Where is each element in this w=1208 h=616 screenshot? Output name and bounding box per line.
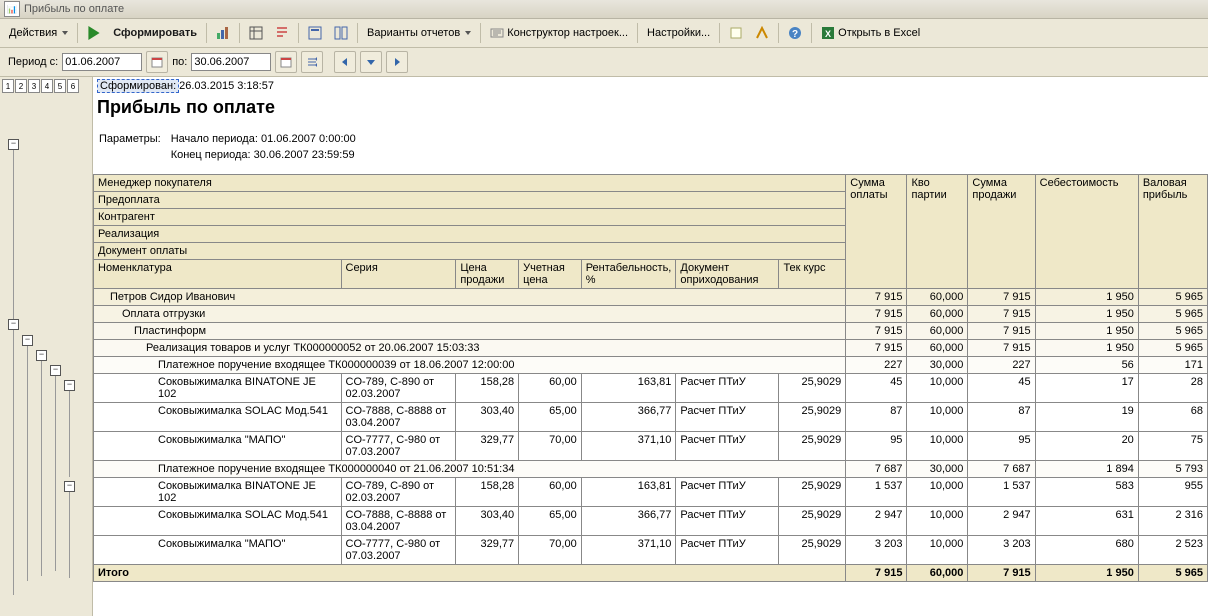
outline-level-5[interactable]: 5	[54, 79, 66, 93]
svg-text:X: X	[825, 29, 831, 39]
window-title-text: Прибыль по оплате	[24, 3, 124, 15]
tool-icon-4[interactable]	[329, 21, 353, 45]
period-next-icon[interactable]	[386, 51, 408, 73]
collapse-handle[interactable]: −	[22, 335, 33, 346]
collapse-handle[interactable]: −	[64, 380, 75, 391]
group-row[interactable]: Петров Сидор Иванович7 91560,0007 9151 9…	[94, 289, 1208, 306]
svg-text:?: ?	[792, 29, 798, 40]
period-prev-icon[interactable]	[334, 51, 356, 73]
outline-level-4[interactable]: 4	[41, 79, 53, 93]
detail-row[interactable]: Соковыжималка SOLAC Мод.541CO-7888, C-88…	[94, 403, 1208, 432]
report-table: Менеджер покупателя Сумма оплаты Кво пар…	[93, 174, 1208, 582]
tool-icon-1[interactable]	[244, 21, 268, 45]
outline-level-6[interactable]: 6	[67, 79, 79, 93]
col-cost: Себестоимость	[1035, 175, 1138, 289]
total-row: Итого7 91560,0007 9151 9505 965	[94, 565, 1208, 582]
calendar-to-icon[interactable]	[275, 51, 297, 73]
dropdown-arrow-icon	[62, 31, 68, 35]
col-profitability: Рентабельность, %	[581, 260, 676, 289]
collapse-handle[interactable]: −	[8, 319, 19, 330]
play-icon[interactable]	[82, 21, 106, 45]
outline-level-3[interactable]: 3	[28, 79, 40, 93]
col-series: Серия	[341, 260, 456, 289]
col-group-prepay: Предоплата	[94, 192, 846, 209]
group-row[interactable]: Оплата отгрузки7 91560,0007 9151 9505 96…	[94, 306, 1208, 323]
outline-level-1[interactable]: 1	[2, 79, 14, 93]
col-sum-sale: Сумма продажи	[968, 175, 1035, 289]
col-sum-pay: Сумма оплаты	[846, 175, 907, 289]
col-qty: Кво партии	[907, 175, 968, 289]
period-down-icon[interactable]	[360, 51, 382, 73]
tool-icon-5[interactable]	[724, 21, 748, 45]
detail-row[interactable]: Соковыжималка SOLAC Мод.541CO-7888, C-88…	[94, 507, 1208, 536]
col-group-paydoc: Документ оплаты	[94, 243, 846, 260]
collapse-handle[interactable]: −	[64, 481, 75, 492]
report-area: 1 2 3 4 5 6 − − − − − − − Сформирован:26…	[0, 77, 1208, 616]
detail-row[interactable]: Соковыжималка "МАПО"CO-7777, C-980 от 07…	[94, 536, 1208, 565]
detail-row[interactable]: Соковыжималка BINATONE JE 102CO-789, C-8…	[94, 374, 1208, 403]
col-price-acc: Учетная цена	[519, 260, 582, 289]
report-title: Прибыль по оплате	[97, 97, 1204, 118]
help-icon[interactable]: ?	[783, 21, 807, 45]
col-group-contractor: Контрагент	[94, 209, 846, 226]
chart-icon[interactable]	[211, 21, 235, 45]
group-row[interactable]: Платежное поручение входящее ТК000000039…	[94, 357, 1208, 374]
tool-icon-2[interactable]	[270, 21, 294, 45]
period-to-label: по:	[172, 56, 187, 68]
constructor-button[interactable]: Конструктор настроек...	[485, 21, 633, 45]
detail-row[interactable]: Соковыжималка BINATONE JE 102CO-789, C-8…	[94, 478, 1208, 507]
detail-row[interactable]: Соковыжималка "МАПО"CO-7777, C-980 от 07…	[94, 432, 1208, 461]
collapse-handle[interactable]: −	[36, 350, 47, 361]
outline-level-2[interactable]: 2	[15, 79, 27, 93]
report-params: Параметры:Начало периода: 01.06.2007 0:0…	[97, 130, 366, 164]
col-rate: Тек курс	[779, 260, 846, 289]
col-doc-in: Документ оприходования	[676, 260, 779, 289]
window-titlebar: 📊 Прибыль по оплате	[0, 0, 1208, 19]
group-row[interactable]: Реализация товаров и услуг ТК000000052 о…	[94, 340, 1208, 357]
open-excel-button[interactable]: XОткрыть в Excel	[816, 21, 925, 45]
calendar-from-icon[interactable]	[146, 51, 168, 73]
report-body: Сформирован:26.03.2015 3:18:57 Прибыль п…	[93, 77, 1208, 616]
period-to-input[interactable]	[191, 53, 271, 71]
col-price-sale: Цена продажи	[456, 260, 519, 289]
col-group-manager: Менеджер покупателя	[94, 175, 846, 192]
group-row[interactable]: Платежное поручение входящее ТК000000040…	[94, 461, 1208, 478]
collapse-handle[interactable]: −	[50, 365, 61, 376]
period-select-icon[interactable]	[301, 51, 323, 73]
col-nomen: Номенклатура	[94, 260, 342, 289]
dropdown-arrow-icon	[465, 31, 471, 35]
group-row[interactable]: Пластинформ7 91560,0007 9151 9505 965	[94, 323, 1208, 340]
tool-icon-3[interactable]	[303, 21, 327, 45]
col-gross: Валовая прибыль	[1138, 175, 1207, 289]
formed-badge: Сформирован:	[97, 79, 179, 93]
outline-gutter: 1 2 3 4 5 6 − − − − − − −	[0, 77, 93, 616]
main-toolbar: Действия Сформировать Варианты отчетов К…	[0, 19, 1208, 48]
period-toolbar: Период с: по:	[0, 48, 1208, 77]
tool-icon-6[interactable]	[750, 21, 774, 45]
collapse-handle[interactable]: −	[8, 139, 19, 150]
form-button[interactable]: Сформировать	[108, 21, 202, 45]
period-from-label: Период с:	[8, 56, 58, 68]
period-from-input[interactable]	[62, 53, 142, 71]
actions-menu[interactable]: Действия	[4, 21, 73, 45]
app-icon: 📊	[4, 1, 20, 17]
col-group-realization: Реализация	[94, 226, 846, 243]
report-variants-menu[interactable]: Варианты отчетов	[362, 21, 476, 45]
settings-button[interactable]: Настройки...	[642, 21, 715, 45]
